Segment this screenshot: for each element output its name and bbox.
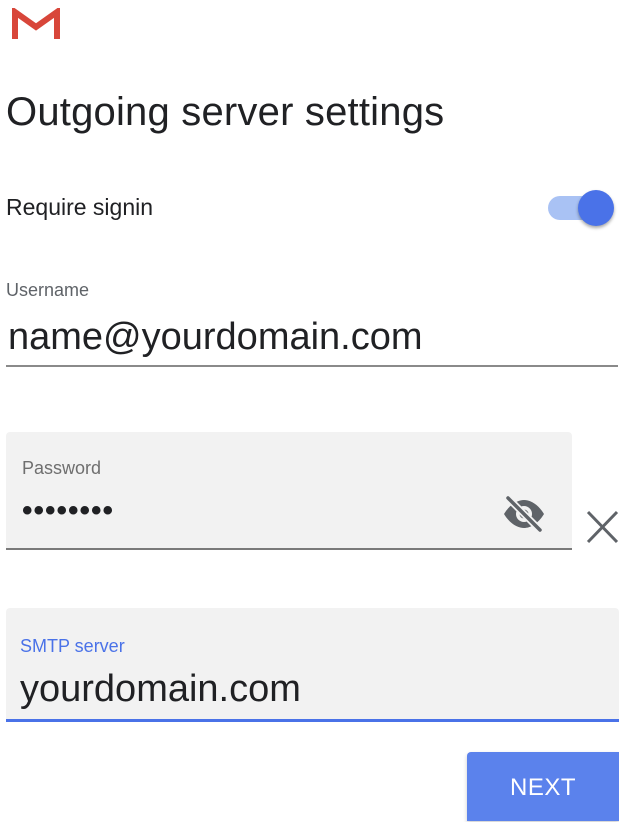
require-signin-toggle[interactable] [548,190,614,226]
username-field: Username [6,278,618,368]
username-label: Username [6,280,90,300]
next-button[interactable]: NEXT [467,752,619,821]
require-signin-row: Require signin [6,190,618,226]
smtp-server-label: SMTP server [20,636,125,656]
smtp-server-input[interactable] [20,668,600,711]
eye-off-icon[interactable] [500,494,548,534]
username-input[interactable] [8,316,608,359]
page-title: Outgoing server settings [6,90,445,134]
password-input[interactable]: •••••••• [22,494,482,528]
toggle-thumb [578,190,614,226]
smtp-server-underline [6,719,619,722]
password-label: Password [22,458,102,478]
close-icon[interactable] [586,508,619,546]
password-underline [6,548,572,550]
password-field[interactable]: Password •••••••• [6,432,572,550]
username-underline [6,365,618,367]
require-signin-label: Require signin [6,194,154,220]
smtp-server-field: SMTP server [6,608,619,722]
gmail-logo-icon [12,6,60,42]
